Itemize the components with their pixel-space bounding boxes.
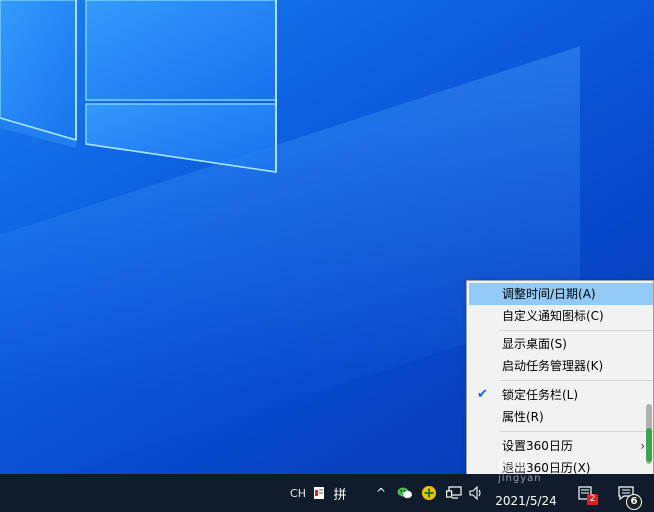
taskbar: CH 拼 ^ 2021/5/24 2 6	[0, 474, 654, 512]
menu-item-360-calendar-settings[interactable]: 设置360日历 ›	[469, 435, 653, 457]
ime-mode-label: 拼	[333, 487, 347, 503]
ime-pad-icon[interactable]	[312, 474, 326, 512]
menu-separator	[499, 330, 653, 331]
menu-item-label: 显示桌面(S)	[502, 337, 567, 351]
taskbar-clock[interactable]: 2021/5/24	[490, 474, 562, 512]
scrollbar-thumb[interactable]	[646, 428, 652, 462]
taskbar-context-menu: 调整时间/日期(A) 自定义通知图标(C) 显示桌面(S) 启动任务管理器(K)…	[466, 280, 654, 480]
menu-item-customize-notification-icons[interactable]: 自定义通知图标(C)	[469, 305, 653, 327]
menu-item-properties[interactable]: 属性(R)	[469, 406, 653, 428]
menu-separator	[499, 380, 653, 381]
menu-item-label: 启动任务管理器(K)	[502, 359, 604, 373]
menu-item-label: 设置360日历	[502, 439, 573, 453]
checkmark-icon: ✔	[477, 387, 488, 402]
language-code: CH	[290, 486, 306, 500]
360-security-icon[interactable]	[420, 474, 438, 512]
menu-item-label: 自定义通知图标(C)	[502, 309, 604, 323]
volume-icon[interactable]	[468, 474, 486, 512]
ime-mode-indicator[interactable]: 拼	[330, 474, 350, 512]
menu-item-adjust-datetime[interactable]: 调整时间/日期(A)	[469, 283, 653, 305]
menu-item-label: 锁定任务栏(L)	[502, 388, 579, 402]
input-language-indicator[interactable]: CH	[288, 474, 308, 512]
wechat-icon[interactable]	[396, 474, 414, 512]
chevron-up-icon[interactable]: ^	[372, 474, 390, 512]
menu-item-show-desktop[interactable]: 显示桌面(S)	[469, 333, 653, 355]
network-icon[interactable]	[444, 474, 464, 512]
notification-badge: 2	[587, 494, 598, 505]
notification-app-icon[interactable]: 2	[572, 474, 598, 512]
menu-item-label: 调整时间/日期(A)	[502, 287, 596, 301]
menu-item-label: 退出360日历(X)	[502, 461, 591, 475]
action-center-count: 6	[626, 494, 642, 510]
clock-date: 2021/5/24	[495, 494, 557, 508]
menu-item-lock-taskbar[interactable]: ✔ 锁定任务栏(L)	[469, 384, 653, 406]
chevron-right-icon: ›	[640, 439, 645, 453]
menu-separator	[499, 431, 653, 432]
action-center-icon[interactable]: 6	[610, 474, 642, 512]
menu-item-task-manager[interactable]: 启动任务管理器(K)	[469, 355, 653, 377]
menu-item-label: 属性(R)	[502, 410, 544, 424]
